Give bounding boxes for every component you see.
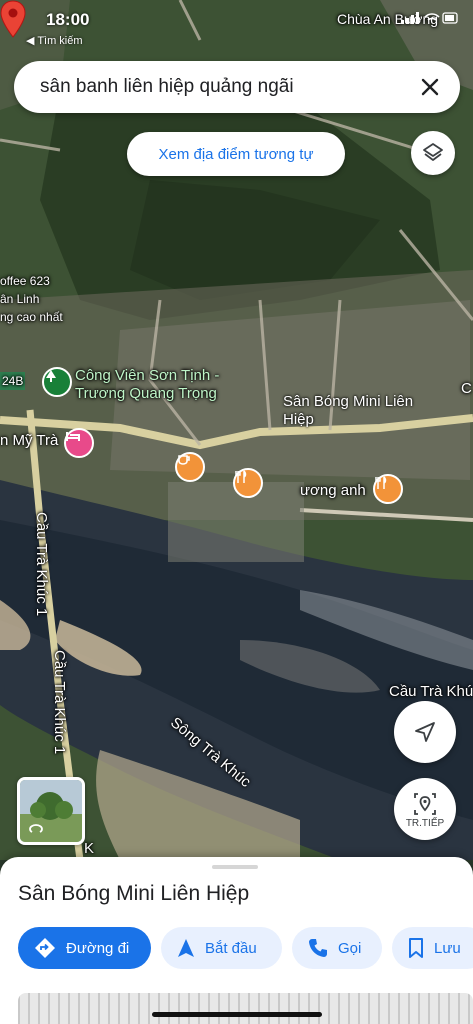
- hotel-icon[interactable]: [64, 428, 94, 458]
- map-label-an-linh[interactable]: ân Linh: [0, 290, 39, 308]
- close-search-button[interactable]: [410, 67, 450, 107]
- map-label-coffee[interactable]: offee 623: [0, 272, 50, 290]
- search-query[interactable]: sân banh liên hiệp quảng ngãi: [40, 76, 294, 98]
- map-label-bridge-right[interactable]: Cầu Trà Khú: [389, 683, 473, 701]
- place-actions: Đường đi Bắt đầu Gọi Lưu: [18, 927, 473, 969]
- map-label-food[interactable]: ương anh: [300, 482, 366, 500]
- similar-places-label: Xem địa điểm tương tự: [158, 145, 314, 163]
- status-icons: [401, 12, 459, 27]
- selected-place-label[interactable]: Sân Bóng Mini Liên Hiệp: [283, 393, 413, 429]
- map-label-park[interactable]: Công Viên Sơn Tịnh -: [75, 367, 219, 385]
- map-layers-button[interactable]: [411, 131, 455, 175]
- close-icon: [421, 78, 439, 96]
- street-view-label: TR.TIẾP: [405, 818, 445, 829]
- map-label-edge-c: C: [461, 380, 472, 397]
- directions-icon: [35, 938, 55, 958]
- layers-icon: [423, 143, 443, 161]
- directions-button[interactable]: Đường đi: [18, 927, 151, 969]
- cafe-icon[interactable]: [175, 452, 205, 482]
- sheet-drag-handle[interactable]: [212, 865, 258, 869]
- navigation-arrow-icon: [415, 722, 435, 742]
- map-label-park-line2[interactable]: Trương Quang Trọng: [75, 385, 217, 403]
- park-icon[interactable]: [42, 367, 72, 397]
- status-time: 18:00: [46, 10, 90, 29]
- map-label-edge-k: K: [84, 840, 95, 857]
- status-bar: 18:00 ◀ Tìm kiếm Chùa An Bường: [0, 8, 473, 47]
- restaurant-icon[interactable]: [233, 468, 263, 498]
- start-button[interactable]: Bắt đầu: [161, 927, 282, 969]
- call-label: Gọi: [338, 939, 362, 957]
- street-view-button[interactable]: TR.TIẾP: [394, 778, 456, 840]
- save-button[interactable]: Lưu: [392, 927, 473, 969]
- search-bar[interactable]: sân banh liên hiệp quảng ngãi: [14, 61, 460, 113]
- map-label-cao-nhat: ng cao nhất: [0, 310, 63, 324]
- directions-label: Đường đi: [66, 939, 130, 957]
- selected-place-label-line2: Hiệp: [283, 411, 314, 428]
- place-photos[interactable]: [18, 993, 473, 1024]
- start-label: Bắt đầu: [205, 939, 257, 957]
- map-label-bridge-road-2: Cầu Trà Khúc 1: [51, 650, 68, 755]
- restaurant-icon-2[interactable]: [373, 474, 403, 504]
- signal-wifi-battery-icon: [401, 12, 458, 24]
- navigation-start-icon: [178, 939, 194, 957]
- call-button[interactable]: Gọi: [292, 927, 382, 969]
- home-indicator[interactable]: [152, 1012, 322, 1017]
- my-location-button[interactable]: [394, 701, 456, 763]
- street-view-thumbnail[interactable]: [17, 777, 85, 845]
- place-title: Sân Bóng Mini Liên Hiệp: [18, 882, 250, 905]
- street-view-icon: [414, 793, 436, 815]
- selected-place-label-line1: Sân Bóng Mini Liên: [283, 393, 414, 410]
- back-to-search-link[interactable]: ◀ Tìm kiếm: [26, 34, 83, 47]
- map-label-bridge-road: Cầu Trà Khúc 1: [33, 512, 50, 617]
- place-details-sheet[interactable]: Sân Bóng Mini Liên Hiệp Đường đi Bắt đầu: [0, 857, 473, 1024]
- street-view-thumbnail-image: [20, 780, 82, 842]
- save-label: Lưu: [434, 939, 461, 957]
- similar-places-button[interactable]: Xem địa điểm tương tự: [127, 132, 345, 176]
- road-code-label: 24B: [0, 372, 26, 390]
- bookmark-icon: [409, 938, 423, 958]
- map-label-hotel[interactable]: n Mỹ Trà: [0, 432, 58, 450]
- phone-icon: [309, 939, 327, 957]
